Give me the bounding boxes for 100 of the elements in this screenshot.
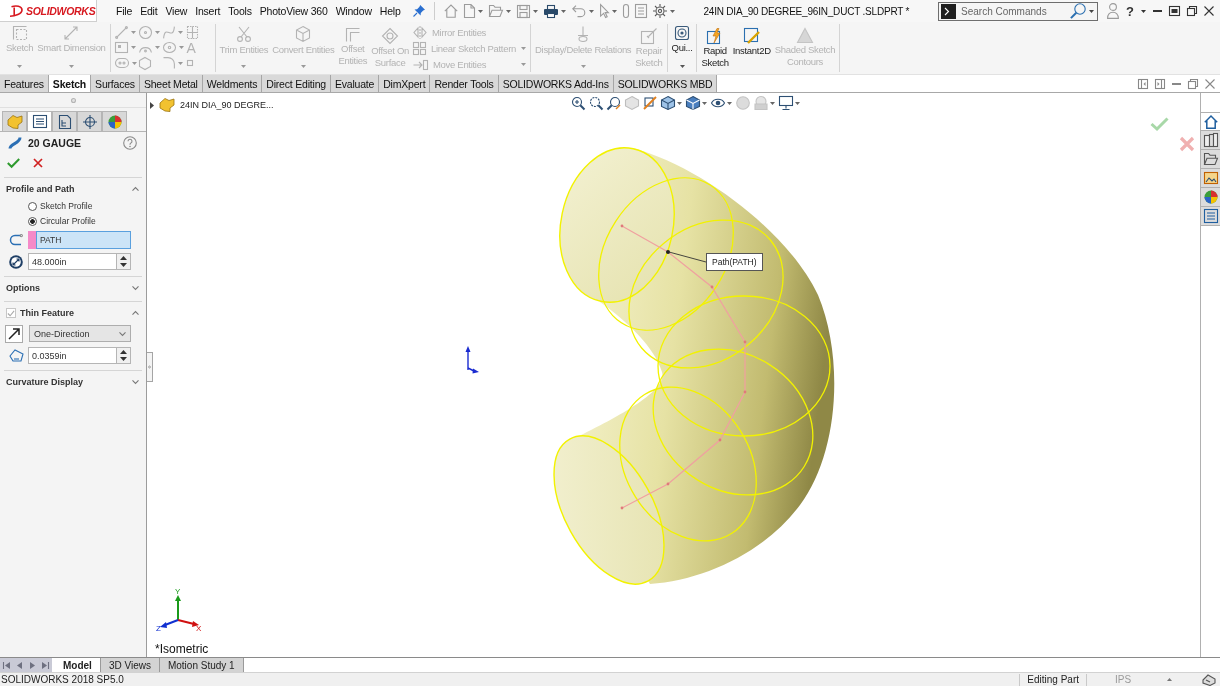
caret-icon[interactable] (1089, 9, 1095, 13)
command-tab[interactable]: Surfaces (91, 75, 140, 92)
task-pane-tab[interactable] (1201, 131, 1220, 150)
help-icon[interactable] (123, 136, 137, 150)
close-icon[interactable] (1204, 6, 1214, 16)
task-pane-tab[interactable] (1201, 188, 1220, 207)
ok-check-icon[interactable] (7, 158, 20, 168)
point-icon[interactable] (186, 60, 193, 67)
panel-tab[interactable] (27, 111, 52, 131)
previous-view-icon[interactable] (607, 96, 621, 110)
checkbox[interactable] (6, 308, 16, 318)
task-pane-tab[interactable] (1201, 150, 1220, 169)
breadcrumb-text[interactable]: 24IN DIA_90 DEGRE... (180, 100, 274, 110)
capsule-icon[interactable] (622, 4, 629, 18)
radio-label[interactable]: Circular Profile (40, 216, 96, 226)
menu-item[interactable]: View (161, 1, 192, 21)
menu-item[interactable]: Insert (191, 1, 225, 21)
monitor-icon[interactable] (779, 96, 793, 110)
up-arrow-icon[interactable] (120, 255, 127, 260)
direction-button[interactable] (5, 324, 23, 343)
caret-icon[interactable] (477, 9, 483, 13)
caret-icon[interactable] (727, 101, 732, 105)
command-tab[interactable]: Direct Editing (262, 75, 331, 92)
slot-icon[interactable] (114, 58, 129, 69)
chevron-icon[interactable] (119, 331, 126, 336)
grip-icon[interactable] (70, 97, 76, 103)
command-tab[interactable]: Features (0, 75, 49, 92)
search-icon[interactable] (1070, 3, 1087, 19)
circle-icon[interactable] (138, 26, 152, 40)
chevron-icon[interactable] (132, 187, 139, 191)
view-tab[interactable]: Motion Study 1 (159, 658, 244, 672)
minimize-icon[interactable] (1172, 82, 1181, 85)
section-header[interactable]: Options (4, 280, 142, 296)
command-tab[interactable]: SOLIDWORKS MBD (613, 75, 718, 92)
rectangle-icon[interactable] (114, 42, 128, 54)
radio-label[interactable]: Sketch Profile (40, 201, 93, 211)
command-tab[interactable]: Render Tools (430, 75, 499, 92)
menu-item[interactable]: Window (331, 1, 376, 21)
up-arrow-icon[interactable] (120, 349, 127, 354)
dropdown-field[interactable]: One-Direction (29, 325, 131, 342)
chevron-icon[interactable] (132, 286, 139, 290)
section-header[interactable]: Curvature Display (4, 374, 142, 390)
spinner-control[interactable] (117, 253, 131, 270)
caret-icon[interactable] (588, 9, 594, 13)
section-header[interactable]: Thin Feature (4, 305, 142, 321)
eye-icon[interactable] (711, 96, 725, 110)
view-tab[interactable]: 3D Views (100, 658, 160, 672)
chevron-icon[interactable] (132, 311, 139, 315)
confirm-check-icon[interactable] (1150, 117, 1169, 131)
section-header[interactable]: Profile and Path (4, 181, 142, 197)
command-tab[interactable]: Evaluate (330, 75, 380, 92)
radio-button[interactable] (28, 201, 37, 211)
folder-icon[interactable] (488, 5, 503, 17)
zoom-fit-icon[interactable] (571, 96, 585, 110)
command-tab[interactable]: SOLIDWORKS Add-Ins (498, 75, 614, 92)
ribbon-command-button[interactable]: Qui... (669, 24, 695, 72)
chevron-icon[interactable] (132, 380, 139, 384)
settings-icon[interactable] (652, 4, 667, 18)
caret-icon[interactable] (1141, 9, 1146, 13)
grid-icon[interactable] (186, 26, 198, 40)
restore-icon[interactable] (1187, 6, 1197, 16)
spinner-control[interactable] (117, 347, 131, 364)
caret-icon[interactable] (669, 9, 675, 13)
new-document-icon[interactable] (463, 4, 475, 18)
save-icon[interactable] (516, 4, 530, 18)
ribbon-command-button[interactable]: Rapid Sketch (699, 24, 731, 72)
tile-icon[interactable] (1169, 6, 1180, 16)
list-icon[interactable] (634, 4, 647, 18)
command-tab[interactable]: Weldments (202, 75, 263, 92)
number-field[interactable]: 48.000in (28, 253, 117, 270)
line-icon[interactable] (114, 26, 128, 40)
menu-item[interactable]: Help (375, 1, 405, 21)
radio-button[interactable] (28, 216, 37, 226)
undo-icon[interactable] (571, 5, 586, 17)
selection-field[interactable]: PATH (36, 230, 131, 249)
task-pane-tab[interactable] (1201, 112, 1220, 131)
number-field[interactable]: 0.0359in (28, 347, 117, 364)
menu-item[interactable]: PhotoView 360 (255, 1, 332, 21)
search-field[interactable]: Search Commands (938, 1, 1099, 21)
tile-left-icon[interactable] (1138, 78, 1148, 89)
help-button[interactable]: ? (1126, 2, 1134, 20)
user-icon[interactable] (1107, 3, 1120, 19)
down-arrow-icon[interactable] (120, 357, 127, 362)
caret-icon[interactable] (560, 9, 566, 13)
display-style-icon[interactable] (686, 96, 700, 110)
menu-item[interactable]: Tools (224, 1, 256, 21)
zoom-area-icon[interactable] (589, 96, 603, 110)
cancel-icon[interactable] (33, 158, 43, 168)
splitter-handle[interactable] (147, 352, 153, 382)
spline-icon[interactable] (162, 26, 175, 40)
caret-icon[interactable] (679, 65, 685, 68)
view-cube-icon[interactable] (661, 96, 675, 110)
pin-icon[interactable] (412, 5, 425, 17)
panel-tab[interactable] (102, 111, 127, 131)
ribbon-command-button[interactable]: Instant2D (730, 24, 773, 72)
caret-icon[interactable] (770, 101, 775, 105)
caret-icon[interactable] (677, 101, 682, 105)
ellipse-icon[interactable] (162, 42, 176, 54)
fillet-icon[interactable] (162, 57, 175, 70)
toolbox-icon[interactable] (1202, 673, 1216, 686)
